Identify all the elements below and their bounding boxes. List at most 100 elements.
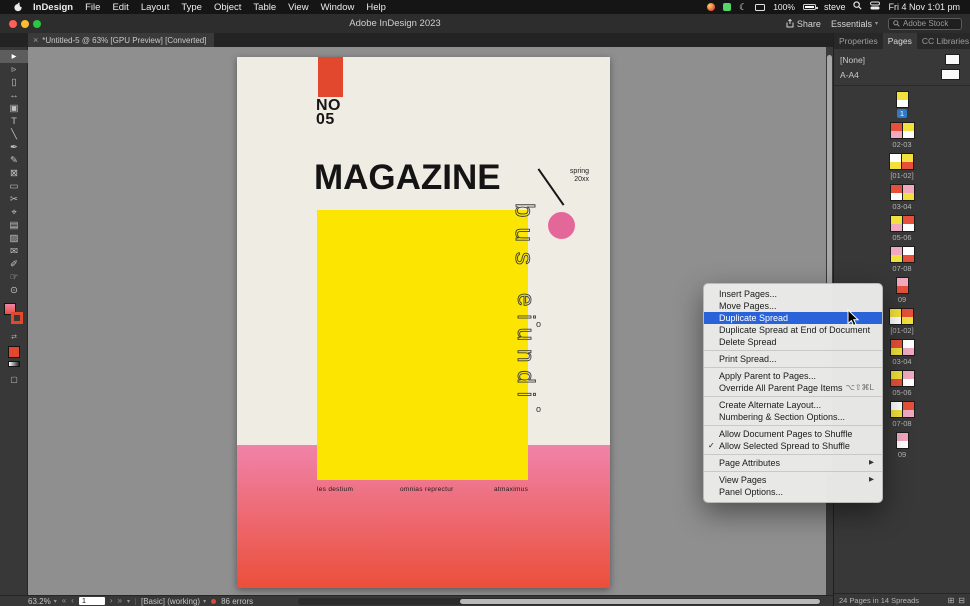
moon-icon[interactable]: ☾ bbox=[739, 2, 747, 13]
note-tool[interactable]: ✉ bbox=[0, 245, 28, 258]
clock-label[interactable]: Fri 4 Nov 1:01 pm bbox=[888, 2, 960, 12]
free-transform-tool[interactable]: ⌖ bbox=[0, 206, 28, 219]
horizontal-scrollbar[interactable] bbox=[298, 598, 821, 605]
page-thumbnail[interactable] bbox=[901, 153, 914, 170]
new-spread-icon[interactable]: ⊞ bbox=[948, 596, 955, 605]
footer-text-2[interactable]: omnias reprectur bbox=[400, 486, 454, 493]
menu-item-numbering-section-options[interactable]: Numbering & Section Options... bbox=[704, 411, 882, 423]
fast-user-switch-label[interactable]: steve bbox=[824, 2, 846, 12]
adobe-stock-search-input[interactable]: Adobe Stock bbox=[888, 18, 962, 30]
scrollbar-thumb[interactable] bbox=[460, 599, 820, 604]
apple-menu-icon[interactable] bbox=[10, 2, 27, 12]
content-collector-tool[interactable]: ▣ bbox=[0, 102, 28, 115]
page-thumbnail[interactable] bbox=[902, 339, 915, 356]
tab-cc-libraries[interactable]: CC Libraries bbox=[917, 33, 970, 49]
pink-circle-frame[interactable] bbox=[548, 212, 575, 239]
menu-edit[interactable]: Edit bbox=[106, 2, 134, 13]
messages-icon[interactable] bbox=[723, 3, 731, 11]
line-tool[interactable]: ╲ bbox=[0, 128, 28, 141]
swap-fill-stroke-icon[interactable]: ⇄ bbox=[0, 333, 28, 343]
type-tool[interactable]: T bbox=[0, 115, 28, 128]
pages-panel-spread[interactable]: 05-06 bbox=[889, 215, 914, 242]
direct-selection-tool[interactable]: ▹ bbox=[0, 63, 28, 76]
prev-page-button[interactable]: ‹ bbox=[71, 596, 74, 606]
menu-window[interactable]: Window bbox=[315, 2, 361, 13]
menu-item-page-attributes[interactable]: Page Attributes ▶ bbox=[704, 457, 882, 469]
page-thumbnail[interactable] bbox=[902, 122, 915, 139]
stroke-color-swatch[interactable] bbox=[11, 312, 23, 324]
menu-item-insert-pages[interactable]: Insert Pages... bbox=[704, 288, 882, 300]
first-page-button[interactable]: « bbox=[62, 596, 66, 606]
screen-mode-button[interactable]: ▢ bbox=[0, 375, 28, 384]
page-number-input[interactable]: 1 bbox=[79, 597, 105, 605]
selection-tool[interactable]: ▸ bbox=[0, 50, 28, 63]
preflight-profile-dropdown[interactable]: [Basic] (working) ▾ bbox=[141, 597, 206, 606]
menu-item-allow-selected-spread-to-shuffle[interactable]: ✓ Allow Selected Spread to Shuffle bbox=[704, 440, 882, 452]
display-icon[interactable] bbox=[755, 4, 765, 11]
menu-item-allow-document-pages-to-shuffle[interactable]: Allow Document Pages to Shuffle bbox=[704, 428, 882, 440]
menu-item-duplicate-spread-at-end[interactable]: Duplicate Spread at End of Document bbox=[704, 324, 882, 336]
tab-pages[interactable]: Pages bbox=[883, 33, 917, 49]
issue-accent-rect[interactable] bbox=[318, 57, 343, 97]
pages-panel-spread[interactable]: [01-02] bbox=[887, 308, 916, 335]
page-thumbnail[interactable] bbox=[902, 184, 915, 201]
gradient-swatch-tool[interactable]: ▤ bbox=[0, 219, 28, 232]
parent-page-thumbnail[interactable] bbox=[945, 54, 960, 65]
close-tab-icon[interactable]: × bbox=[33, 36, 38, 45]
rectangle-tool[interactable]: ▭ bbox=[0, 180, 28, 193]
menu-view[interactable]: View bbox=[282, 2, 314, 13]
page-thumbnail[interactable] bbox=[901, 308, 914, 325]
apply-gradient-button[interactable] bbox=[8, 361, 20, 367]
workspace-switcher[interactable]: Essentials ▾ bbox=[831, 19, 878, 29]
parent-page-none[interactable]: [None] bbox=[834, 52, 970, 67]
menu-item-panel-options[interactable]: Panel Options... bbox=[704, 486, 882, 498]
footer-text-1[interactable]: les destium bbox=[317, 486, 353, 493]
menu-help[interactable]: Help bbox=[360, 2, 392, 13]
delete-page-icon[interactable]: ⊟ bbox=[958, 596, 965, 605]
pen-tool[interactable]: ✒ bbox=[0, 141, 28, 154]
menu-indesign[interactable]: InDesign bbox=[27, 2, 79, 13]
last-page-button[interactable]: » bbox=[118, 596, 122, 606]
zoom-level-dropdown[interactable]: 63.2% ▾ bbox=[28, 597, 57, 606]
menu-object[interactable]: Object bbox=[208, 2, 247, 13]
document-page[interactable]: bus eiundi o o NO 05 MAGAZINE spring 20x… bbox=[237, 57, 610, 588]
status-dot-icon[interactable] bbox=[707, 3, 715, 11]
hand-tool[interactable]: ☞ bbox=[0, 271, 28, 284]
spotlight-icon[interactable] bbox=[853, 1, 862, 13]
menu-type[interactable]: Type bbox=[175, 2, 208, 13]
menu-item-apply-parent-to-pages[interactable]: Apply Parent to Pages... bbox=[704, 370, 882, 382]
page-thumbnail[interactable] bbox=[902, 401, 915, 418]
page-thumbnail[interactable] bbox=[902, 370, 915, 387]
page-tool[interactable]: ▯ bbox=[0, 76, 28, 89]
next-page-button[interactable]: › bbox=[110, 596, 113, 606]
pages-panel-spread[interactable]: 03-04 bbox=[889, 339, 914, 366]
menu-file[interactable]: File bbox=[79, 2, 106, 13]
zoom-tool[interactable]: ⊙ bbox=[0, 284, 28, 297]
menu-table[interactable]: Table bbox=[247, 2, 282, 13]
document-tab[interactable]: × *Untitled-5 @ 63% [GPU Preview] [Conve… bbox=[28, 33, 214, 47]
pages-panel-spread[interactable]: [01-02] bbox=[887, 153, 916, 180]
page-thumbnail[interactable] bbox=[902, 246, 915, 263]
pages-panel-spread[interactable]: 07-08 bbox=[889, 246, 914, 273]
season-text-frame[interactable]: spring 20xx bbox=[559, 168, 589, 184]
pages-panel-spread[interactable]: 1 bbox=[896, 91, 909, 118]
control-center-icon[interactable] bbox=[870, 1, 880, 13]
preflight-errors-label[interactable]: 86 errors bbox=[221, 597, 253, 606]
page-menu-chevron-icon[interactable]: ▾ bbox=[127, 598, 130, 605]
gap-tool[interactable]: ↔ bbox=[0, 89, 28, 102]
page-thumbnail[interactable] bbox=[896, 432, 909, 449]
pages-panel-spread[interactable]: 05-06 bbox=[889, 370, 914, 397]
tab-properties[interactable]: Properties bbox=[834, 33, 883, 49]
pages-panel-spread[interactable]: 07-08 bbox=[889, 401, 914, 428]
page-thumbnail[interactable] bbox=[902, 215, 915, 232]
page-thumbnail[interactable] bbox=[896, 91, 909, 108]
yellow-rect-frame[interactable] bbox=[317, 210, 528, 480]
menu-item-override-all-parent-page-items[interactable]: Override All Parent Page Items ⌥⇧⌘L bbox=[704, 382, 882, 394]
parent-page-a-a4[interactable]: A-A4 bbox=[834, 67, 970, 82]
menu-item-create-alternate-layout[interactable]: Create Alternate Layout... bbox=[704, 399, 882, 411]
pages-panel-spread[interactable]: 09 bbox=[895, 432, 909, 459]
footer-text-3[interactable]: atmaximus bbox=[494, 486, 528, 493]
page-thumbnail[interactable] bbox=[896, 277, 909, 294]
pages-panel-spread[interactable]: 02-03 bbox=[889, 122, 914, 149]
menu-item-move-pages[interactable]: Move Pages... bbox=[704, 300, 882, 312]
